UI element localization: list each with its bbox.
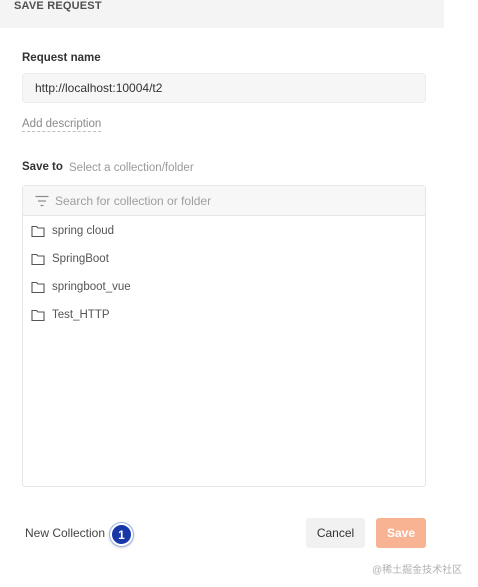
add-description-link[interactable]: Add description [22, 118, 102, 132]
dialog-header: SAVE REQUEST [0, 0, 444, 28]
folder-icon [31, 225, 45, 237]
collection-item-spring-cloud[interactable]: spring cloud [23, 217, 425, 245]
save-button[interactable]: Save [376, 518, 426, 548]
collection-search-input[interactable] [55, 190, 415, 212]
collection-picker: spring cloud SpringBoot springboot_vue T… [22, 185, 426, 487]
folder-icon [31, 281, 45, 293]
collection-search-bar [23, 186, 425, 216]
filter-icon [35, 195, 49, 207]
save-to-label: Save to [22, 161, 63, 173]
new-collection-button[interactable]: New Collection [25, 526, 105, 540]
request-name-input[interactable] [22, 73, 426, 103]
watermark: @稀土掘金技术社区 [372, 565, 463, 576]
collection-item-label: springboot_vue [52, 281, 131, 293]
folder-icon [31, 253, 45, 265]
dialog-title: SAVE REQUEST [14, 0, 102, 12]
request-name-label: Request name [22, 52, 101, 64]
cancel-button[interactable]: Cancel [306, 518, 365, 548]
save-to-hint: Select a collection/folder [69, 162, 194, 174]
collection-item-springboot[interactable]: SpringBoot [23, 245, 425, 273]
collection-item-test-http[interactable]: Test_HTTP [23, 301, 425, 329]
collection-item-springboot-vue[interactable]: springboot_vue [23, 273, 425, 301]
collection-item-label: spring cloud [52, 225, 115, 237]
collection-list: spring cloud SpringBoot springboot_vue T… [23, 217, 425, 329]
step-badge: 1 [110, 523, 133, 546]
collection-item-label: Test_HTTP [52, 309, 110, 321]
collection-item-label: SpringBoot [52, 253, 109, 265]
folder-icon [31, 309, 45, 321]
